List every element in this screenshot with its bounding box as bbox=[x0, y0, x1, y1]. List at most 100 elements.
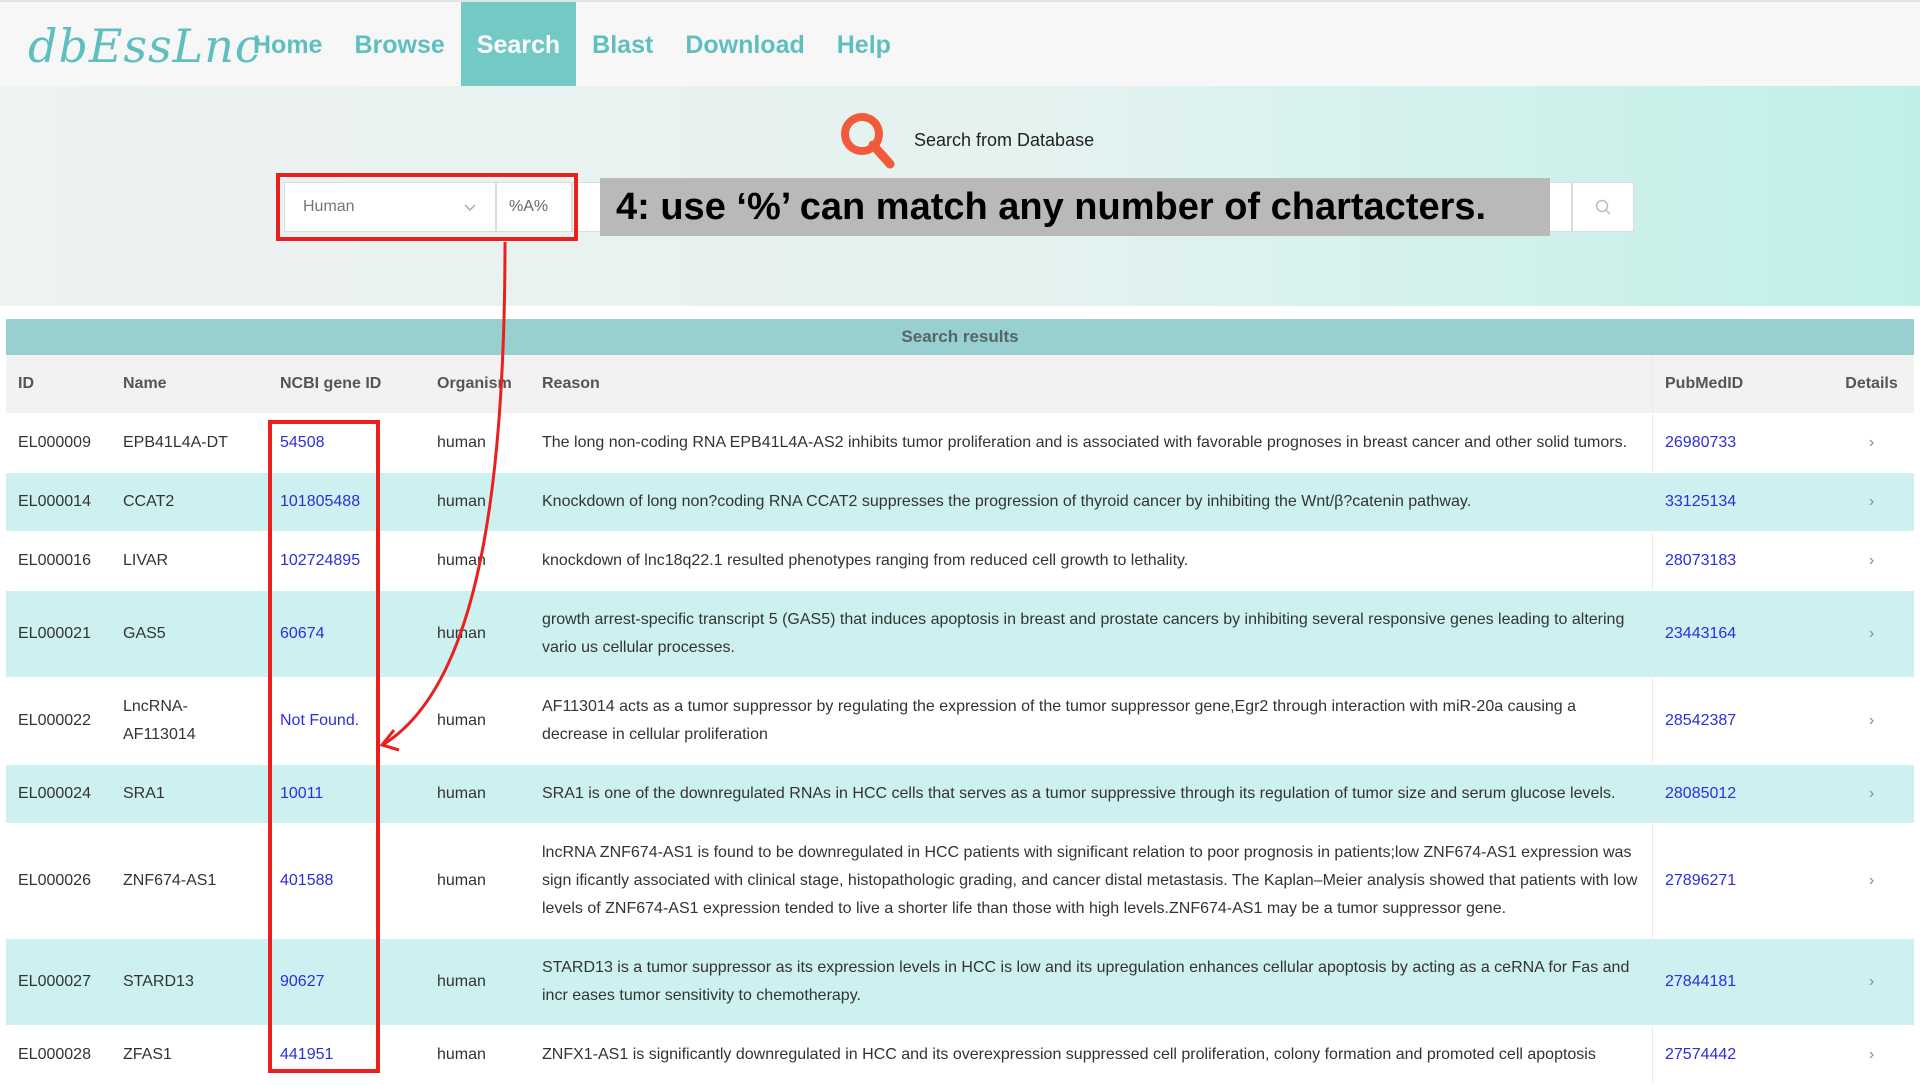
row-id: EL000021 bbox=[18, 625, 91, 642]
row-reason: AF113014 acts as a tumor suppressor by r… bbox=[530, 678, 1653, 764]
col-organism[interactable]: Organism bbox=[425, 355, 530, 413]
row-organism: human bbox=[437, 973, 486, 990]
row-organism: human bbox=[437, 872, 486, 889]
row-pubmed[interactable]: 28085012 bbox=[1653, 765, 1829, 823]
row-details[interactable]: › bbox=[1829, 414, 1914, 472]
ncbi-link[interactable]: 10011 bbox=[280, 780, 323, 808]
row-id: EL000026 bbox=[18, 872, 91, 889]
table-row: EL000028 ZFAS1 441951 human ZNFX1-AS1 is… bbox=[6, 1026, 1914, 1085]
row-id: EL000014 bbox=[18, 493, 91, 510]
pubmed-link[interactable]: 23443164 bbox=[1665, 620, 1736, 648]
row-details[interactable]: › bbox=[1829, 824, 1914, 938]
search-icon bbox=[1595, 199, 1611, 215]
col-id[interactable]: ID bbox=[6, 355, 111, 413]
row-reason: lncRNA ZNF674-AS1 is found to be downreg… bbox=[530, 824, 1653, 938]
col-pubmed-id[interactable]: PubMedID bbox=[1653, 355, 1829, 413]
row-pubmed[interactable]: 27896271 bbox=[1653, 824, 1829, 938]
row-ncbi-link[interactable]: Not Found. bbox=[268, 678, 425, 764]
row-details[interactable]: › bbox=[1829, 765, 1914, 823]
search-title: Search from Database bbox=[914, 129, 1095, 150]
pubmed-link[interactable]: 27844181 bbox=[1665, 968, 1736, 996]
row-ncbi-link[interactable]: 401588 bbox=[268, 824, 425, 938]
row-ncbi-link[interactable]: 101805488 bbox=[268, 473, 425, 531]
col-reason[interactable]: Reason bbox=[530, 355, 1653, 413]
col-ncbi-gene-id[interactable]: NCBI gene ID bbox=[268, 355, 425, 413]
pubmed-link[interactable]: 27574442 bbox=[1665, 1041, 1736, 1069]
row-name: STARD13 bbox=[123, 973, 194, 990]
nav-item-help[interactable]: Help bbox=[821, 2, 907, 88]
row-id: EL000024 bbox=[18, 785, 91, 802]
row-ncbi-link[interactable]: 102724895 bbox=[268, 532, 425, 590]
row-details[interactable]: › bbox=[1829, 591, 1914, 677]
col-details[interactable]: Details bbox=[1829, 355, 1914, 413]
row-pubmed[interactable]: 27844181 bbox=[1653, 939, 1829, 1025]
row-pubmed[interactable]: 27574442 bbox=[1653, 1026, 1829, 1084]
row-details[interactable]: › bbox=[1829, 939, 1914, 1025]
chevron-right-icon[interactable]: › bbox=[1869, 547, 1874, 575]
ncbi-link[interactable]: 401588 bbox=[280, 867, 333, 895]
pubmed-link[interactable]: 27896271 bbox=[1665, 867, 1736, 895]
chevron-right-icon[interactable]: › bbox=[1869, 488, 1874, 516]
row-reason: The long non-coding RNA EPB41L4A-AS2 inh… bbox=[530, 414, 1653, 472]
row-pubmed[interactable]: 26980733 bbox=[1653, 414, 1829, 472]
table-row: EL000022 LncRNA-AF113014 Not Found. huma… bbox=[6, 678, 1914, 765]
chevron-right-icon[interactable]: › bbox=[1869, 780, 1874, 808]
col-name[interactable]: Name bbox=[111, 355, 268, 413]
row-details[interactable]: › bbox=[1829, 473, 1914, 531]
row-organism: human bbox=[437, 552, 486, 569]
ncbi-link[interactable]: Not Found. bbox=[280, 707, 359, 735]
nav-item-home[interactable]: Home bbox=[237, 2, 338, 88]
table-row: EL000026 ZNF674-AS1 401588 human lncRNA … bbox=[6, 824, 1914, 939]
row-ncbi-link[interactable]: 10011 bbox=[268, 765, 425, 823]
row-ncbi-link[interactable]: 60674 bbox=[268, 591, 425, 677]
ncbi-link[interactable]: 102724895 bbox=[280, 547, 360, 575]
row-organism: human bbox=[437, 1046, 486, 1063]
row-details[interactable]: › bbox=[1829, 532, 1914, 590]
pubmed-link[interactable]: 28542387 bbox=[1665, 707, 1736, 735]
ncbi-link[interactable]: 54508 bbox=[280, 429, 325, 457]
row-reason: knockdown of lnc18q22.1 resulted phenoty… bbox=[530, 532, 1653, 590]
nav-item-search[interactable]: Search bbox=[460, 2, 577, 88]
ncbi-link[interactable]: 441951 bbox=[280, 1041, 333, 1069]
ncbi-link[interactable]: 60674 bbox=[280, 620, 325, 648]
row-pubmed[interactable]: 33125134 bbox=[1653, 473, 1829, 531]
nav-item-download[interactable]: Download bbox=[669, 2, 820, 88]
row-details[interactable]: › bbox=[1829, 678, 1914, 764]
chevron-right-icon[interactable]: › bbox=[1869, 707, 1874, 735]
chevron-right-icon[interactable]: › bbox=[1869, 429, 1874, 457]
top-nav: dbEssLnc Home Browse Search Blast Downlo… bbox=[0, 0, 1920, 88]
row-pubmed[interactable]: 28073183 bbox=[1653, 532, 1829, 590]
row-ncbi-link[interactable]: 90627 bbox=[268, 939, 425, 1025]
pubmed-link[interactable]: 26980733 bbox=[1665, 429, 1736, 457]
row-ncbi-link[interactable]: 54508 bbox=[268, 414, 425, 472]
nav-item-blast[interactable]: Blast bbox=[576, 2, 669, 88]
row-pubmed[interactable]: 23443164 bbox=[1653, 591, 1829, 677]
tutorial-annotation: 4: use ‘%’ can match any number of chart… bbox=[600, 178, 1550, 236]
chevron-right-icon[interactable]: › bbox=[1869, 620, 1874, 648]
row-organism: human bbox=[437, 434, 486, 451]
chevron-right-icon[interactable]: › bbox=[1869, 968, 1874, 996]
results-table: Search results ID Name NCBI gene ID Orga… bbox=[6, 319, 1914, 1085]
table-header: ID Name NCBI gene ID Organism Reason Pub… bbox=[6, 355, 1914, 414]
pubmed-link[interactable]: 33125134 bbox=[1665, 488, 1736, 516]
search-panel: Search from Database Human 4: use ‘%’ ca… bbox=[0, 86, 1920, 306]
row-pubmed[interactable]: 28542387 bbox=[1653, 678, 1829, 764]
row-reason: SRA1 is one of the downregulated RNAs in… bbox=[530, 765, 1653, 823]
row-ncbi-link[interactable]: 441951 bbox=[268, 1026, 425, 1084]
chevron-right-icon[interactable]: › bbox=[1869, 867, 1874, 895]
search-button[interactable] bbox=[1572, 182, 1634, 232]
ncbi-link[interactable]: 101805488 bbox=[280, 488, 360, 516]
site-logo[interactable]: dbEssLnc bbox=[28, 18, 262, 74]
table-row: EL000021 GAS5 60674 human growth arrest-… bbox=[6, 591, 1914, 678]
nav-menu: Home Browse Search Blast Download Help bbox=[237, 2, 907, 88]
table-row: EL000027 STARD13 90627 human STARD13 is … bbox=[6, 939, 1914, 1026]
row-name: ZFAS1 bbox=[123, 1046, 172, 1063]
row-details[interactable]: › bbox=[1829, 1026, 1914, 1084]
ncbi-link[interactable]: 90627 bbox=[280, 968, 325, 996]
chevron-right-icon[interactable]: › bbox=[1869, 1041, 1874, 1069]
row-id: EL000022 bbox=[18, 712, 91, 729]
highlight-box-search bbox=[276, 173, 578, 241]
pubmed-link[interactable]: 28073183 bbox=[1665, 547, 1736, 575]
pubmed-link[interactable]: 28085012 bbox=[1665, 780, 1736, 808]
nav-item-browse[interactable]: Browse bbox=[338, 2, 460, 88]
